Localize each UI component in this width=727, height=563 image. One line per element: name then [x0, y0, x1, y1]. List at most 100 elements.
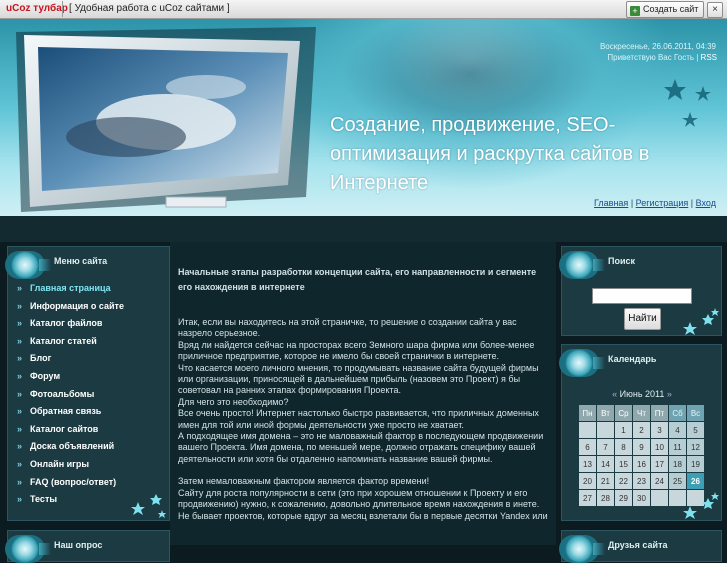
- calendar-prev-month[interactable]: «: [612, 389, 617, 399]
- calendar-day[interactable]: 10: [651, 439, 668, 455]
- article-paragraph: Затем немаловажным фактором является фак…: [178, 476, 430, 487]
- main-content: Начальные этапы разработки концепции сай…: [170, 242, 556, 545]
- close-toolbar-button[interactable]: ×: [707, 2, 723, 18]
- calendar-day[interactable]: 30: [633, 490, 650, 506]
- stars-decoration: [683, 308, 719, 335]
- weekday-header: Пт: [651, 405, 668, 421]
- weekday-header: Пн: [579, 405, 596, 421]
- site-title: Создание, продвижение, SEO-оптимизация и…: [330, 114, 650, 194]
- toolbar-divider: [62, 1, 63, 17]
- calendar-day-empty: [651, 490, 668, 506]
- panel-header: Меню сайта: [5, 247, 169, 279]
- menu-item-about[interactable]: Информация о сайте: [12, 298, 164, 316]
- register-link[interactable]: Регистрация: [636, 198, 689, 208]
- poll-title: Наш опрос: [54, 540, 103, 550]
- ucoz-toolbar: uCoz тулбар [ Удобная работа с uCoz сайт…: [0, 0, 727, 19]
- calendar-day[interactable]: 14: [597, 456, 614, 472]
- friends-panel: Друзья сайта: [559, 530, 722, 563]
- weekday-header: Ср: [615, 405, 632, 421]
- article-paragraph: А подходящее имя домена – это не маловаж…: [178, 431, 544, 464]
- menu-item-files[interactable]: Каталог файлов: [12, 315, 164, 333]
- calendar-month-label: Июнь 2011: [619, 389, 665, 399]
- monitor-illustration: [16, 27, 316, 212]
- home-link[interactable]: Главная: [594, 198, 628, 208]
- toolbar-brand[interactable]: uCoz тулбар: [6, 3, 68, 14]
- search-input[interactable]: [592, 288, 692, 304]
- menu-item-games[interactable]: Онлайн игры: [12, 456, 164, 474]
- menu-item-articles[interactable]: Каталог статей: [12, 333, 164, 351]
- calendar-day[interactable]: 28: [597, 490, 614, 506]
- calendar-day[interactable]: 8: [615, 439, 632, 455]
- film-reel-icon: [559, 349, 605, 377]
- calendar-title: Календарь: [608, 354, 657, 364]
- calendar-day[interactable]: 6: [579, 439, 596, 455]
- search-button[interactable]: Найти: [624, 308, 661, 330]
- film-reel-icon: [5, 251, 51, 279]
- site-menu-panel: Меню сайта Главная страница Информация о…: [5, 246, 170, 521]
- calendar-day[interactable]: 11: [669, 439, 686, 455]
- calendar-day[interactable]: 29: [615, 490, 632, 506]
- calendar-day-today[interactable]: 26: [687, 473, 704, 489]
- link-separator: |: [628, 198, 636, 208]
- menu-item-forum[interactable]: Форум: [12, 368, 164, 386]
- greeting: Приветствую Вас Гость | RSS: [607, 53, 717, 62]
- menu-item-feedback[interactable]: Обратная связь: [12, 403, 164, 421]
- panel-header: Поиск: [559, 247, 721, 279]
- calendar-day[interactable]: 24: [651, 473, 668, 489]
- weekday-header: Сб: [669, 405, 686, 421]
- weekday-header: Чт: [633, 405, 650, 421]
- film-reel-icon: [5, 535, 51, 563]
- stars-decoration: [683, 492, 719, 519]
- film-reel-icon: [559, 535, 605, 563]
- article-paragraph: Для чего это необходимо?: [178, 396, 289, 407]
- calendar-next-month[interactable]: »: [667, 389, 672, 399]
- create-site-label: Создать сайт: [643, 4, 699, 14]
- site-menu: Главная страница Информация о сайте Ката…: [12, 280, 164, 509]
- calendar-day[interactable]: 3: [651, 422, 668, 438]
- login-link[interactable]: Вход: [696, 198, 716, 208]
- calendar-day-empty: [579, 422, 596, 438]
- calendar-day[interactable]: 5: [687, 422, 704, 438]
- calendar-day[interactable]: 18: [669, 456, 686, 472]
- menu-item-photos[interactable]: Фотоальбомы: [12, 386, 164, 404]
- calendar-day[interactable]: 15: [615, 456, 632, 472]
- calendar-day[interactable]: 16: [633, 456, 650, 472]
- menu-item-blog[interactable]: Блог: [12, 350, 164, 368]
- greeting-text: Приветствую Вас Гость |: [607, 53, 701, 62]
- calendar-day[interactable]: 9: [633, 439, 650, 455]
- weekday-header: Вс: [687, 405, 704, 421]
- friends-title: Друзья сайта: [608, 540, 668, 550]
- current-datetime: Воскресенье, 26.06.2011, 04:39: [599, 42, 716, 51]
- calendar-day-empty: [597, 422, 614, 438]
- article-paragraph: Не бывает проектов, которые вдруг за мес…: [178, 510, 548, 521]
- calendar-day[interactable]: 7: [597, 439, 614, 455]
- weekday-header: Вт: [597, 405, 614, 421]
- calendar-day[interactable]: 22: [615, 473, 632, 489]
- calendar-day[interactable]: 27: [579, 490, 596, 506]
- calendar-day[interactable]: 12: [687, 439, 704, 455]
- article-title: Начальные этапы разработки концепции сай…: [178, 267, 537, 292]
- create-site-button[interactable]: + Создать сайт: [626, 1, 704, 18]
- calendar-day[interactable]: 21: [597, 473, 614, 489]
- header-user-links: Главная | Регистрация | Вход: [594, 198, 716, 208]
- article-spacer: [178, 465, 550, 476]
- article-paragraph: Все очень просто! Интернет настолько быс…: [178, 408, 539, 430]
- toolbar-slogan[interactable]: [ Удобная работа с uCoz сайтами ]: [69, 3, 230, 14]
- calendar-day[interactable]: 20: [579, 473, 596, 489]
- calendar-day[interactable]: 1: [615, 422, 632, 438]
- calendar-day[interactable]: 19: [687, 456, 704, 472]
- calendar-day[interactable]: 4: [669, 422, 686, 438]
- calendar-day[interactable]: 17: [651, 456, 668, 472]
- rss-link[interactable]: RSS: [701, 53, 717, 62]
- site-header: Воскресенье, 26.06.2011, 04:39 Приветств…: [0, 19, 727, 216]
- calendar-day[interactable]: 23: [633, 473, 650, 489]
- calendar-day[interactable]: 13: [579, 456, 596, 472]
- plus-icon: +: [630, 6, 640, 16]
- menu-item-home[interactable]: Главная страница: [12, 280, 164, 298]
- calendar-day[interactable]: 25: [669, 473, 686, 489]
- stars-decoration: [131, 494, 166, 518]
- menu-item-board[interactable]: Доска объявлений: [12, 438, 164, 456]
- calendar-month-nav: « Июнь 2011 »: [582, 389, 702, 399]
- calendar-day[interactable]: 2: [633, 422, 650, 438]
- menu-item-site-catalog[interactable]: Каталог сайтов: [12, 421, 164, 439]
